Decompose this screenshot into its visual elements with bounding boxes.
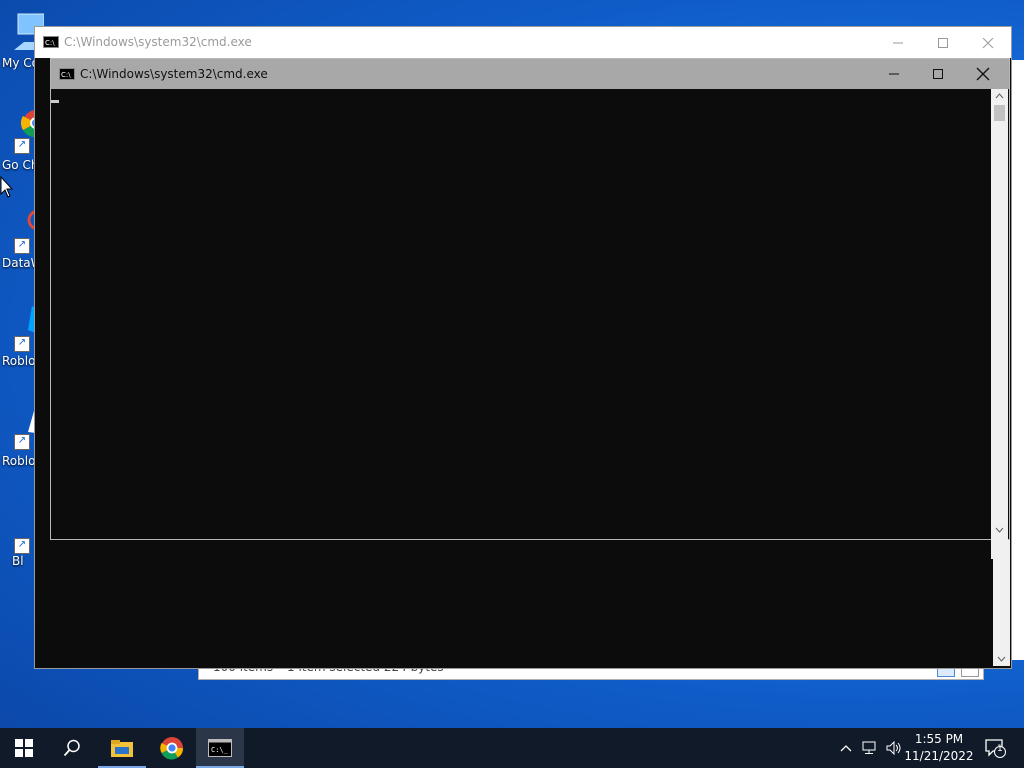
shortcut-arrow-icon: ↗ xyxy=(14,434,30,450)
minimize-button[interactable] xyxy=(875,27,921,58)
title-bar[interactable]: C:\ C:\Windows\system32\cmd.exe xyxy=(51,59,1009,89)
close-icon xyxy=(976,67,990,81)
search-button[interactable] xyxy=(48,728,96,768)
cmd-icon: C:\ xyxy=(59,68,75,80)
text-cursor xyxy=(51,100,59,103)
window-title: C:\Windows\system32\cmd.exe xyxy=(80,67,268,81)
shortcut-arrow-icon: ↗ xyxy=(14,138,30,154)
taskbar: C:\_ 1:55 PM 11/21/2022 1 xyxy=(0,728,1024,768)
chrome-icon xyxy=(160,737,184,760)
cmd-icon: C:\ xyxy=(43,36,59,48)
chevron-up-icon xyxy=(840,745,852,752)
network-button[interactable] xyxy=(858,728,882,768)
window-title: C:\Windows\system32\cmd.exe xyxy=(64,35,252,49)
scrollbar-thumb[interactable] xyxy=(994,105,1005,121)
search-icon xyxy=(63,739,80,757)
clock-time: 1:55 PM xyxy=(914,732,964,746)
scroll-down-arrow-icon[interactable] xyxy=(993,652,1010,666)
minimize-icon xyxy=(889,73,899,75)
folder-icon xyxy=(111,740,133,757)
maximize-button[interactable] xyxy=(915,59,961,89)
clock-button[interactable]: 1:55 PM 11/21/2022 xyxy=(900,731,978,765)
network-icon xyxy=(862,741,876,754)
minimize-button[interactable] xyxy=(871,59,917,89)
chrome-taskbar-button[interactable] xyxy=(148,728,196,768)
start-button[interactable] xyxy=(0,728,48,768)
mouse-pointer-icon xyxy=(0,176,14,198)
shortcut-arrow-icon: ↗ xyxy=(14,238,30,254)
scroll-up-arrow-icon[interactable] xyxy=(991,89,1008,103)
file-explorer-taskbar-button[interactable] xyxy=(98,728,146,768)
cmd-window-front[interactable]: C:\ C:\Windows\system32\cmd.exe xyxy=(50,58,1010,559)
close-icon xyxy=(982,37,994,48)
close-button[interactable] xyxy=(965,27,1011,58)
show-hidden-icons-button[interactable] xyxy=(834,728,858,768)
svg-text:C:\_: C:\_ xyxy=(211,746,229,754)
vertical-scrollbar[interactable] xyxy=(991,89,1008,559)
clock-date: 11/21/2022 xyxy=(904,749,974,763)
shortcut-arrow-icon: ↗ xyxy=(14,336,30,352)
maximize-icon xyxy=(938,37,948,48)
close-button[interactable] xyxy=(960,59,1006,89)
scroll-down-arrow-icon[interactable] xyxy=(991,523,1008,537)
shortcut-arrow-icon: ↗ xyxy=(14,538,30,554)
cmd-taskbar-button[interactable]: C:\_ xyxy=(196,728,244,768)
minimize-icon xyxy=(893,42,903,43)
title-bar[interactable]: C:\ C:\Windows\system32\cmd.exe xyxy=(35,27,1011,58)
cmd-icon: C:\_ xyxy=(208,739,232,757)
windows-logo-icon xyxy=(15,739,33,757)
notification-count: 1 xyxy=(997,744,1003,754)
maximize-icon xyxy=(933,69,943,79)
maximize-button[interactable] xyxy=(920,27,966,58)
action-center-button[interactable]: 1 xyxy=(982,728,1008,768)
